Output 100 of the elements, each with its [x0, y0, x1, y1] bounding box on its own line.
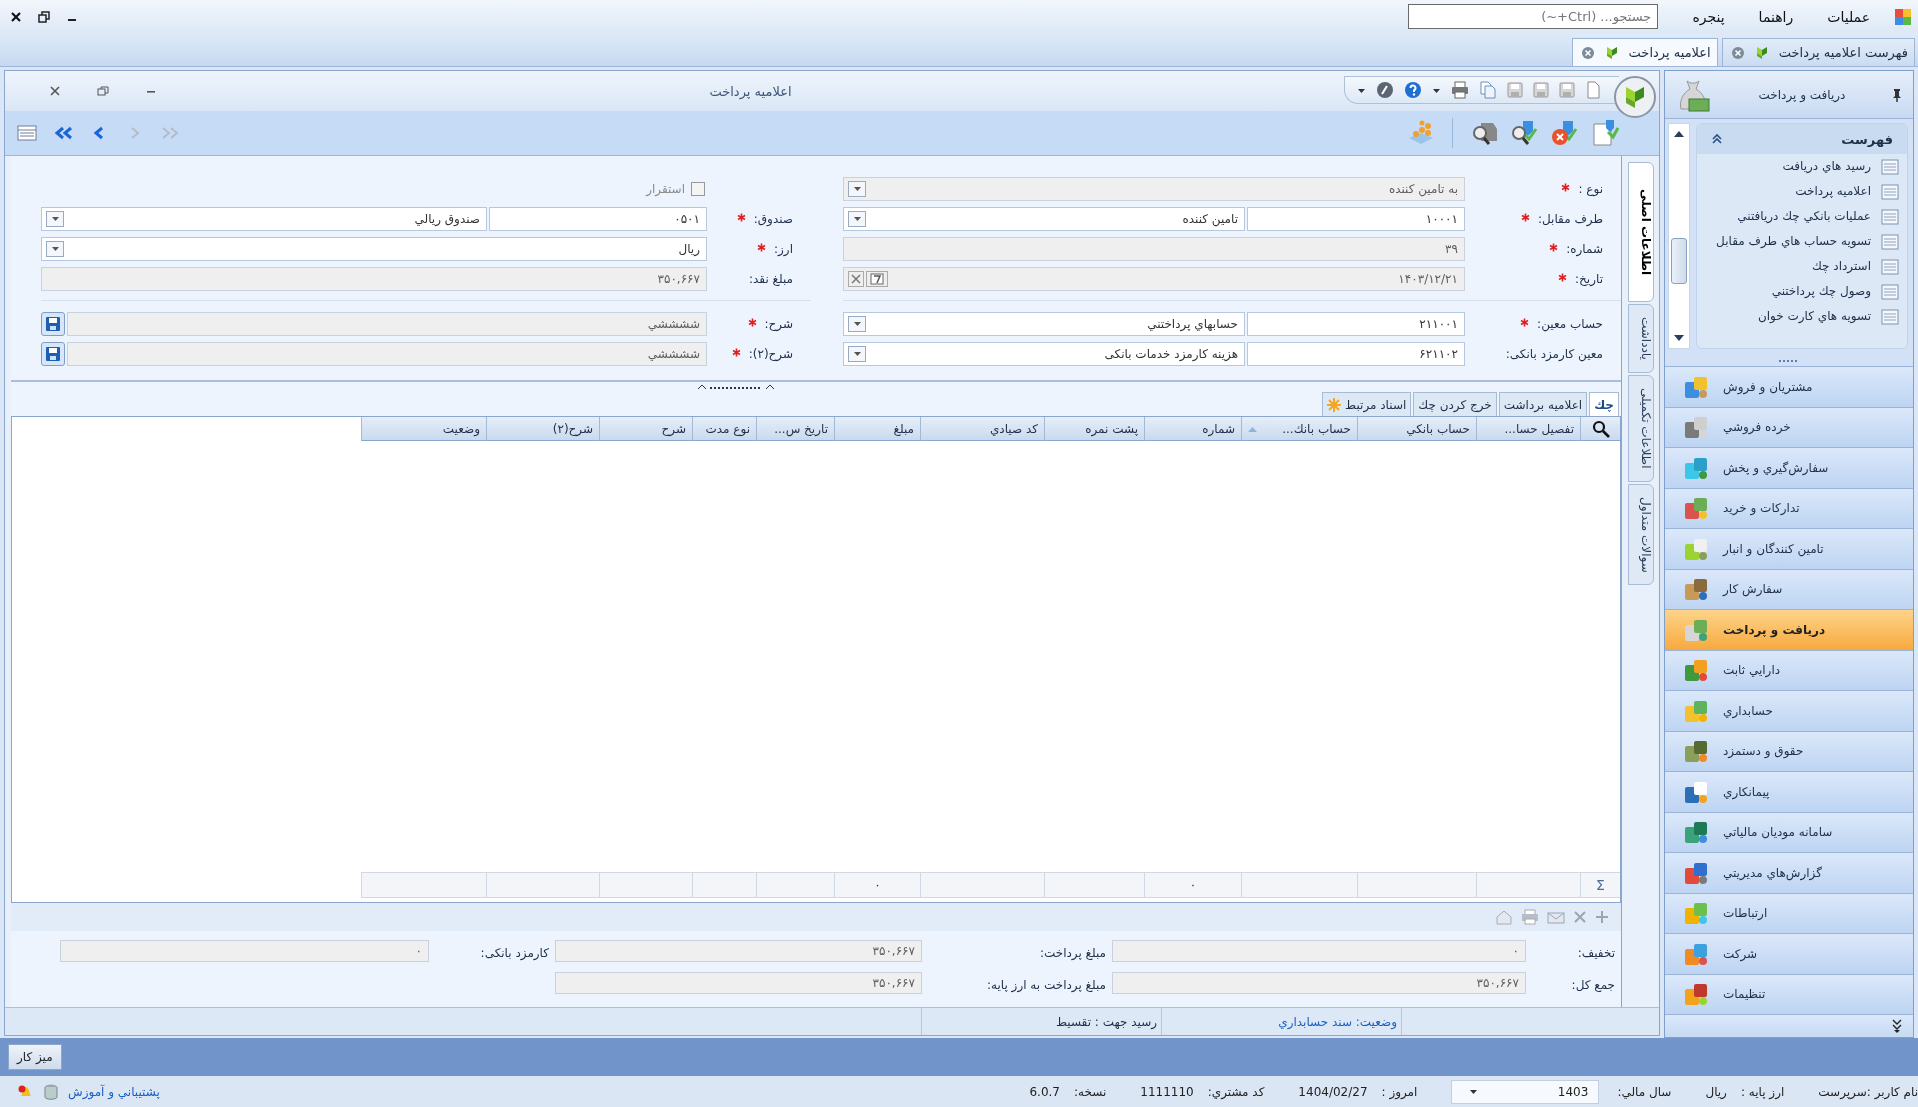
dropdown-button[interactable]	[848, 211, 866, 227]
column-header[interactable]: پشت نمره	[1044, 417, 1144, 441]
column-header[interactable]: تاریخ س...	[756, 417, 834, 441]
scrollbar-thumb[interactable]	[1671, 238, 1687, 284]
save-icon[interactable]	[1533, 82, 1549, 98]
print-icon[interactable]	[1521, 909, 1539, 925]
module-button[interactable]: سفارش‌گيري و پخش	[1665, 448, 1913, 489]
list-icon[interactable]	[17, 124, 37, 142]
restore-icon[interactable]	[38, 10, 50, 23]
pin-icon[interactable]	[1891, 87, 1903, 102]
code-field[interactable]: ۶۲۱۱۰۲	[1247, 342, 1465, 366]
grid-tab[interactable]: خرج کردن چك	[1413, 392, 1497, 416]
combo-box[interactable]: ريال	[41, 237, 707, 261]
dropdown-button[interactable]	[848, 316, 866, 332]
module-button[interactable]: دارايي ثابت	[1665, 650, 1913, 691]
search-field[interactable]: جستجو... (Ctrl+~)	[1408, 4, 1659, 29]
module-button[interactable]: حسابداري	[1665, 691, 1913, 732]
side-tab[interactable]: اطلاعات تکمیلی	[1627, 375, 1654, 482]
first-record-icon[interactable]	[53, 125, 73, 141]
year-combo[interactable]: 1403	[1451, 1079, 1600, 1104]
column-header[interactable]: حساب بانك...	[1241, 417, 1357, 441]
side-tab[interactable]: سوالات متداول	[1627, 483, 1654, 586]
group-header[interactable]: فهرست	[1697, 124, 1907, 154]
module-button[interactable]: تدارکات و خريد	[1665, 488, 1913, 529]
module-button[interactable]: تنظيمات	[1665, 974, 1913, 1015]
column-header[interactable]: وضعیت	[361, 417, 486, 441]
save-button[interactable]	[41, 312, 65, 336]
menu-item[interactable]: راهنما	[1758, 8, 1794, 25]
close-icon[interactable]	[10, 10, 22, 23]
side-tab[interactable]: یادداشت	[1627, 304, 1654, 374]
cancel-icon[interactable]	[1549, 118, 1579, 148]
add-icon[interactable]	[1595, 910, 1609, 924]
column-header[interactable]: مبلغ	[834, 417, 920, 441]
menu-link[interactable]: تسویه هاي کارت خوان	[1757, 309, 1871, 324]
status-text: وضعیت: سند حسابداري	[1161, 1008, 1401, 1035]
module-button[interactable]: پيمانکاري	[1665, 772, 1913, 813]
menu-link[interactable]: تسویه حساب هاي طرف مقابل	[1716, 234, 1871, 249]
module-button[interactable]: مشتريان و فروش	[1665, 367, 1913, 408]
code-field[interactable]: ۲۱۱۰۰۱	[1247, 312, 1465, 336]
scroll-down-icon[interactable]	[1673, 334, 1685, 342]
more-icon[interactable]	[1891, 1019, 1903, 1033]
print-icon[interactable]	[1451, 81, 1469, 99]
combo-box[interactable]: تامین کننده	[843, 207, 1245, 231]
code-field[interactable]: ۰۵۰۱	[489, 207, 707, 231]
save-button[interactable]	[41, 342, 65, 366]
combo-box[interactable]: صندوق ريالي	[41, 207, 487, 231]
document-tab[interactable]: اعلامیه پرداخت	[1571, 38, 1718, 66]
scroll-up-icon[interactable]	[1673, 130, 1685, 138]
new-document-icon[interactable]	[1585, 81, 1603, 99]
module-button[interactable]: تامين کنندگان و انبار	[1665, 529, 1913, 570]
desktop-button[interactable]: میز کار	[8, 1044, 62, 1070]
side-tab[interactable]: اطلاعات اصلی	[1627, 162, 1654, 303]
menu-item[interactable]: عملیات	[1827, 8, 1870, 25]
dropdown-button[interactable]	[848, 346, 866, 362]
module-button[interactable]: گزارش‌هاي مديريتي	[1665, 853, 1913, 894]
dropdown-button[interactable]	[46, 211, 64, 227]
delete-icon[interactable]	[1573, 910, 1587, 924]
module-button[interactable]: سفارش کار	[1665, 569, 1913, 610]
column-header[interactable]: تفصیل حسا...	[1476, 417, 1580, 441]
dropdown-button[interactable]	[46, 241, 64, 257]
grid-tab[interactable]: چك	[1589, 392, 1619, 416]
code-field[interactable]: ۱۰۰۰۱	[1247, 207, 1465, 231]
support-link[interactable]: پشتيباني و آموزش	[68, 1084, 160, 1099]
collapse-icon[interactable]	[1711, 133, 1723, 145]
help-icon[interactable]	[1404, 81, 1422, 99]
search-button[interactable]	[1580, 417, 1620, 441]
combo-box[interactable]: هزینه کارمزد خدمات بانکی	[843, 342, 1245, 366]
module-button[interactable]: خرده فروشي	[1665, 407, 1913, 448]
column-header[interactable]: کد صیادي	[920, 417, 1044, 441]
tool-icon[interactable]	[1376, 81, 1394, 99]
save-icon[interactable]	[1559, 82, 1575, 98]
menu-link[interactable]: اعلامیه پرداخت	[1795, 184, 1871, 199]
module-button[interactable]: حقوق و دستمزد	[1665, 731, 1913, 772]
grip-icon[interactable]	[1778, 358, 1800, 363]
module-button[interactable]: ارتباطات	[1665, 893, 1913, 934]
module-button[interactable]: شرکت	[1665, 934, 1913, 975]
copy-icon[interactable]	[1479, 81, 1497, 99]
app-icon[interactable]	[1894, 7, 1912, 26]
save-icon[interactable]	[1507, 82, 1523, 98]
document-tab[interactable]: فهرست اعلامیه پرداخت	[1721, 38, 1915, 66]
approve-icon[interactable]	[1509, 118, 1539, 148]
menu-item[interactable]: پنجره	[1692, 8, 1725, 25]
menu-link[interactable]: رسید هاي دریافت	[1782, 159, 1871, 174]
menu-link[interactable]: وصول چك پرداختني	[1771, 284, 1871, 299]
module-button[interactable]: سامانه موديان مالياتي	[1665, 812, 1913, 853]
module-button[interactable]: دريافت و پرداخت	[1665, 610, 1913, 651]
menu-link[interactable]: عملیات بانکي چك دریافتني	[1737, 209, 1871, 224]
scrollbar[interactable]	[1668, 123, 1690, 349]
column-header[interactable]: نوع مدت	[692, 417, 756, 441]
column-header[interactable]: شرح(۲)	[486, 417, 599, 441]
save-icon	[45, 346, 61, 362]
column-header[interactable]: حساب بانکي	[1357, 417, 1476, 441]
column-header[interactable]: شرح	[599, 417, 692, 441]
menu-link[interactable]: استرداد چك	[1812, 259, 1871, 274]
splitter-grip-icon[interactable]	[696, 382, 776, 390]
grid-tab[interactable]: اسناد مرتبط	[1322, 392, 1412, 416]
column-header[interactable]: شماره	[1144, 417, 1241, 441]
combo-box[interactable]: حسابهاي پرداختني	[843, 312, 1245, 336]
grid-tab[interactable]: اعلامیه برداشت	[1498, 392, 1588, 416]
close-icon[interactable]	[49, 85, 61, 97]
